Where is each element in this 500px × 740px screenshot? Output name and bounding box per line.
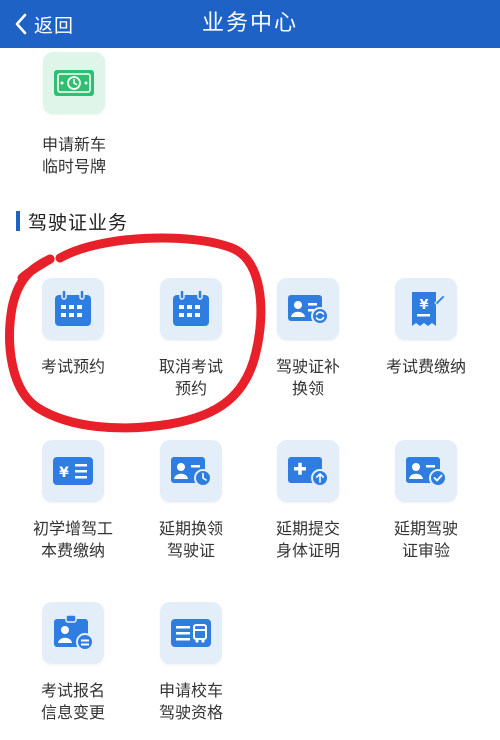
app-header: 返回 业务中心 — [0, 0, 500, 48]
calendar-icon — [55, 289, 91, 326]
section-heading: 驾驶证业务 — [16, 208, 128, 234]
calendar-icon — [173, 289, 209, 326]
back-label: 返回 — [34, 14, 75, 37]
badge-edit-icon — [54, 614, 94, 651]
tile-label: 驾驶证补 换领 — [275, 357, 340, 398]
id-card-clock-icon — [171, 457, 212, 487]
back-button[interactable]: 返回 — [14, 0, 74, 48]
tile-license-replacement[interactable]: 驾驶证补 换领 — [252, 278, 364, 400]
tile-icon-box — [277, 440, 339, 502]
tile-icon-box — [395, 440, 457, 502]
tile-learner-fee-payment[interactable]: ¥ 初学增驾工 本费缴纳 — [17, 440, 129, 562]
tile-icon-box: ¥ — [395, 278, 457, 340]
tile-label: 考试报名 信息变更 — [40, 681, 105, 722]
tile-icon-box — [277, 278, 339, 340]
tile-school-bus-qualification[interactable]: 申请校车 驾驶资格 — [135, 602, 247, 724]
svg-text:¥: ¥ — [59, 465, 69, 481]
tile-exam-fee-payment[interactable]: ¥ 考试费缴纳 — [370, 278, 482, 378]
svg-text:¥: ¥ — [419, 298, 428, 313]
tile-label: 考试预约 — [40, 357, 105, 376]
page-title: 业务中心 — [201, 11, 298, 36]
tile-icon-box — [42, 602, 104, 664]
yen-card-icon: ¥ — [53, 457, 93, 485]
tile-label: 初学增驾工 本费缴纳 — [32, 519, 113, 560]
tile-cancel-exam-appointment[interactable]: 取消考试 预约 — [135, 278, 247, 400]
tile-icon-box — [42, 278, 104, 340]
id-card-check-icon — [406, 457, 447, 487]
tile-extend-health-proof[interactable]: 延期提交 身体证明 — [252, 440, 364, 562]
tile-exam-registration-change[interactable]: 考试报名 信息变更 — [17, 602, 129, 724]
bus-card-icon — [171, 619, 211, 647]
tile-icon-box — [43, 52, 105, 114]
tile-label: 延期驾驶 证审验 — [393, 519, 458, 560]
tile-icon-box — [160, 440, 222, 502]
tile-label: 申请校车 驾驶资格 — [158, 681, 223, 722]
medical-upload-icon — [288, 457, 329, 487]
tile-icon-box: ¥ — [42, 440, 104, 502]
tile-label: 考试费缴纳 — [385, 357, 466, 376]
section-title: 驾驶证业务 — [28, 211, 129, 234]
tile-icon-box — [160, 278, 222, 340]
tile-apply-temp-plate[interactable]: 申请新车 临时号牌 — [18, 52, 130, 178]
chevron-left-icon — [15, 13, 27, 35]
money-bill-icon — [54, 70, 94, 96]
tile-extend-license-review[interactable]: 延期驾驶 证审验 — [370, 440, 482, 562]
tile-icon-box — [160, 602, 222, 664]
tile-label: 取消考试 预约 — [158, 357, 223, 398]
id-card-refresh-icon — [288, 295, 329, 325]
tile-exam-appointment[interactable]: 考试预约 — [17, 278, 129, 378]
section-accent-bar — [16, 211, 20, 231]
yen-receipt-icon: ¥ — [412, 292, 446, 326]
tile-label: 申请新车 临时号牌 — [41, 135, 106, 176]
tile-label: 延期提交 身体证明 — [275, 519, 340, 560]
tile-label: 延期换领 驾驶证 — [158, 519, 223, 560]
tile-extend-license-renewal[interactable]: 延期换领 驾驶证 — [135, 440, 247, 562]
